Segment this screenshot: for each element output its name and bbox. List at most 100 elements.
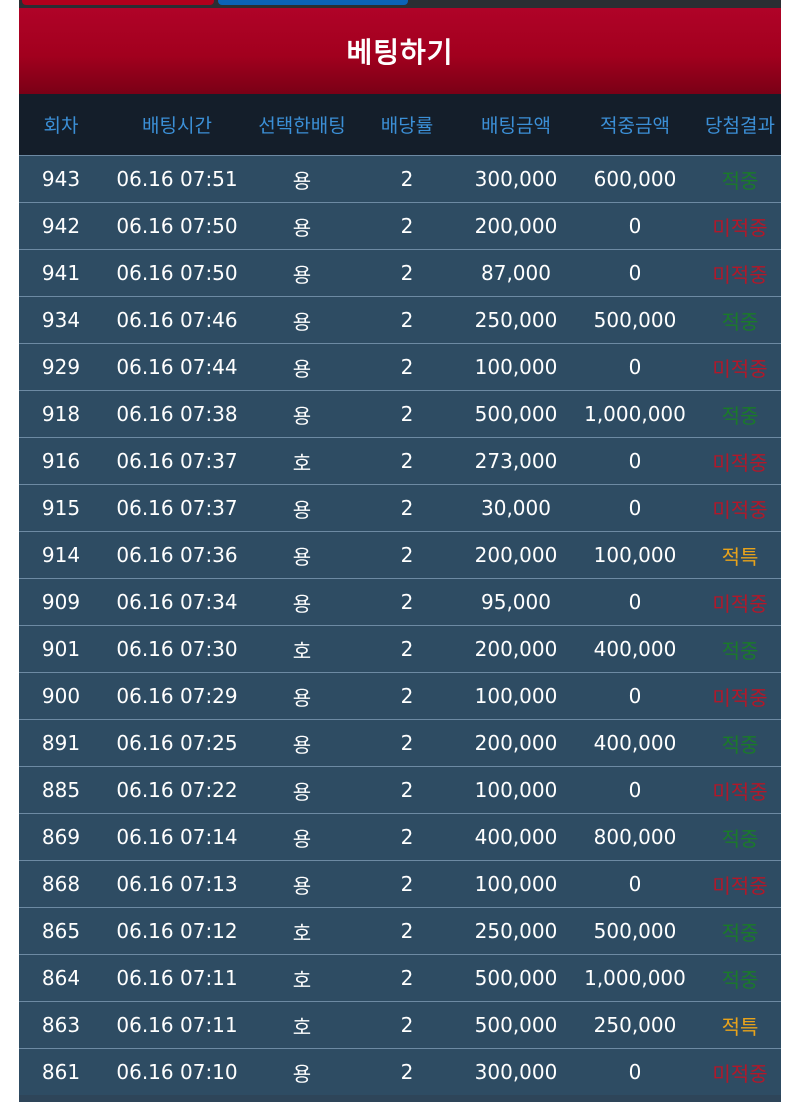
cell-round: 863: [41, 1013, 81, 1037]
cell-result: 미적중: [712, 450, 768, 475]
cell-odds: 2: [400, 1060, 414, 1084]
cell-result: 적특: [721, 544, 759, 569]
table-row[interactable]: 909 06.16 07:34 용 2 95,000 0 미적중: [19, 578, 781, 625]
table-row[interactable]: 869 06.16 07:14 용 2 400,000 800,000 적중: [19, 813, 781, 860]
column-header-result: 당첨결과: [705, 115, 775, 137]
cell-payout: 0: [628, 496, 642, 520]
cell-pick: 용: [292, 685, 312, 710]
cell-odds: 2: [400, 637, 414, 661]
table-row[interactable]: 918 06.16 07:38 용 2 500,000 1,000,000 적중: [19, 390, 781, 437]
table-row[interactable]: 942 06.16 07:50 용 2 200,000 0 미적중: [19, 202, 781, 249]
cell-payout: 1,000,000: [584, 966, 686, 990]
cell-result: 미적중: [712, 215, 768, 240]
top-tab-red[interactable]: [22, 0, 214, 5]
cell-pick: 용: [292, 497, 312, 522]
table-row[interactable]: 929 06.16 07:44 용 2 100,000 0 미적중: [19, 343, 781, 390]
table-row[interactable]: 934 06.16 07:46 용 2 250,000 500,000 적중: [19, 296, 781, 343]
cell-round: 943: [41, 167, 81, 191]
cell-round: 891: [41, 731, 81, 755]
cell-bet-amount: 500,000: [474, 1013, 558, 1037]
cell-odds: 2: [400, 731, 414, 755]
cell-pick: 호: [292, 638, 312, 663]
cell-result: 적중: [721, 732, 759, 757]
cell-pick: 용: [292, 779, 312, 804]
cell-odds: 2: [400, 214, 414, 238]
cell-result: 미적중: [712, 1061, 768, 1086]
top-tab-blue[interactable]: [218, 0, 408, 5]
cell-bet-amount: 300,000: [474, 167, 558, 191]
cell-time: 06.16 07:38: [116, 402, 238, 426]
cell-payout: 500,000: [593, 919, 677, 943]
cell-round: 868: [41, 872, 81, 896]
cell-payout: 400,000: [593, 731, 677, 755]
cell-payout: 0: [628, 261, 642, 285]
cell-pick: 호: [292, 450, 312, 475]
cell-bet-amount: 400,000: [474, 825, 558, 849]
cell-bet-amount: 30,000: [481, 496, 551, 520]
cell-result: 미적중: [712, 497, 768, 522]
cell-pick: 용: [292, 403, 312, 428]
column-header-odds: 배당률: [380, 115, 434, 137]
cell-round: 869: [41, 825, 81, 849]
column-header-pick: 선택한배팅: [258, 115, 346, 137]
cell-pick: 호: [292, 920, 312, 945]
cell-round: 934: [41, 308, 81, 332]
cell-time: 06.16 07:11: [116, 1013, 238, 1037]
table-row[interactable]: 915 06.16 07:37 용 2 30,000 0 미적중: [19, 484, 781, 531]
cell-payout: 100,000: [593, 543, 677, 567]
cell-result: 적중: [721, 920, 759, 945]
cell-round: 901: [41, 637, 81, 661]
cell-round: 915: [41, 496, 81, 520]
cell-odds: 2: [400, 872, 414, 896]
cell-time: 06.16 07:11: [116, 966, 238, 990]
table-row[interactable]: 901 06.16 07:30 호 2 200,000 400,000 적중: [19, 625, 781, 672]
cell-result: 미적중: [712, 591, 768, 616]
table-row[interactable]: 914 06.16 07:36 용 2 200,000 100,000 적특: [19, 531, 781, 578]
cell-round: 865: [41, 919, 81, 943]
cell-time: 06.16 07:50: [116, 214, 238, 238]
table-row[interactable]: 861 06.16 07:10 용 2 300,000 0 미적중: [19, 1048, 781, 1095]
column-header-bet-amount: 배팅금액: [481, 115, 551, 137]
cell-bet-amount: 100,000: [474, 778, 558, 802]
table-row[interactable]: 943 06.16 07:51 용 2 300,000 600,000 적중: [19, 155, 781, 202]
cell-payout: 0: [628, 684, 642, 708]
table-row[interactable]: 891 06.16 07:25 용 2 200,000 400,000 적중: [19, 719, 781, 766]
cell-payout: 400,000: [593, 637, 677, 661]
cell-result: 미적중: [712, 356, 768, 381]
table-row[interactable]: 868 06.16 07:13 용 2 100,000 0 미적중: [19, 860, 781, 907]
cell-round: 900: [41, 684, 81, 708]
table-row[interactable]: 900 06.16 07:29 용 2 100,000 0 미적중: [19, 672, 781, 719]
table-row[interactable]: 864 06.16 07:11 호 2 500,000 1,000,000 적중: [19, 954, 781, 1001]
cell-odds: 2: [400, 590, 414, 614]
cell-round: 914: [41, 543, 81, 567]
cell-pick: 용: [292, 544, 312, 569]
cell-pick: 용: [292, 168, 312, 193]
cell-odds: 2: [400, 449, 414, 473]
cell-odds: 2: [400, 167, 414, 191]
cell-payout: 600,000: [593, 167, 677, 191]
cell-time: 06.16 07:30: [116, 637, 238, 661]
cell-odds: 2: [400, 684, 414, 708]
cell-payout: 800,000: [593, 825, 677, 849]
cell-round: 942: [41, 214, 81, 238]
cell-odds: 2: [400, 919, 414, 943]
table-row[interactable]: 863 06.16 07:11 호 2 500,000 250,000 적특: [19, 1001, 781, 1048]
cell-payout: 1,000,000: [584, 402, 686, 426]
cell-time: 06.16 07:13: [116, 872, 238, 896]
table-row[interactable]: 916 06.16 07:37 호 2 273,000 0 미적중: [19, 437, 781, 484]
cell-round: 861: [41, 1060, 81, 1084]
table-row[interactable]: 941 06.16 07:50 용 2 87,000 0 미적중: [19, 249, 781, 296]
table-body: 943 06.16 07:51 용 2 300,000 600,000 적중 942 06.16…: [19, 155, 781, 1095]
cell-round: 918: [41, 402, 81, 426]
cell-odds: 2: [400, 825, 414, 849]
cell-time: 06.16 07:36: [116, 543, 238, 567]
cell-result: 미적중: [712, 262, 768, 287]
table-row[interactable]: 885 06.16 07:22 용 2 100,000 0 미적중: [19, 766, 781, 813]
cell-result: 적중: [721, 826, 759, 851]
cell-time: 06.16 07:46: [116, 308, 238, 332]
cell-round: 941: [41, 261, 81, 285]
table-row[interactable]: 865 06.16 07:12 호 2 250,000 500,000 적중: [19, 907, 781, 954]
cell-odds: 2: [400, 543, 414, 567]
cell-bet-amount: 200,000: [474, 731, 558, 755]
cell-payout: 0: [628, 590, 642, 614]
